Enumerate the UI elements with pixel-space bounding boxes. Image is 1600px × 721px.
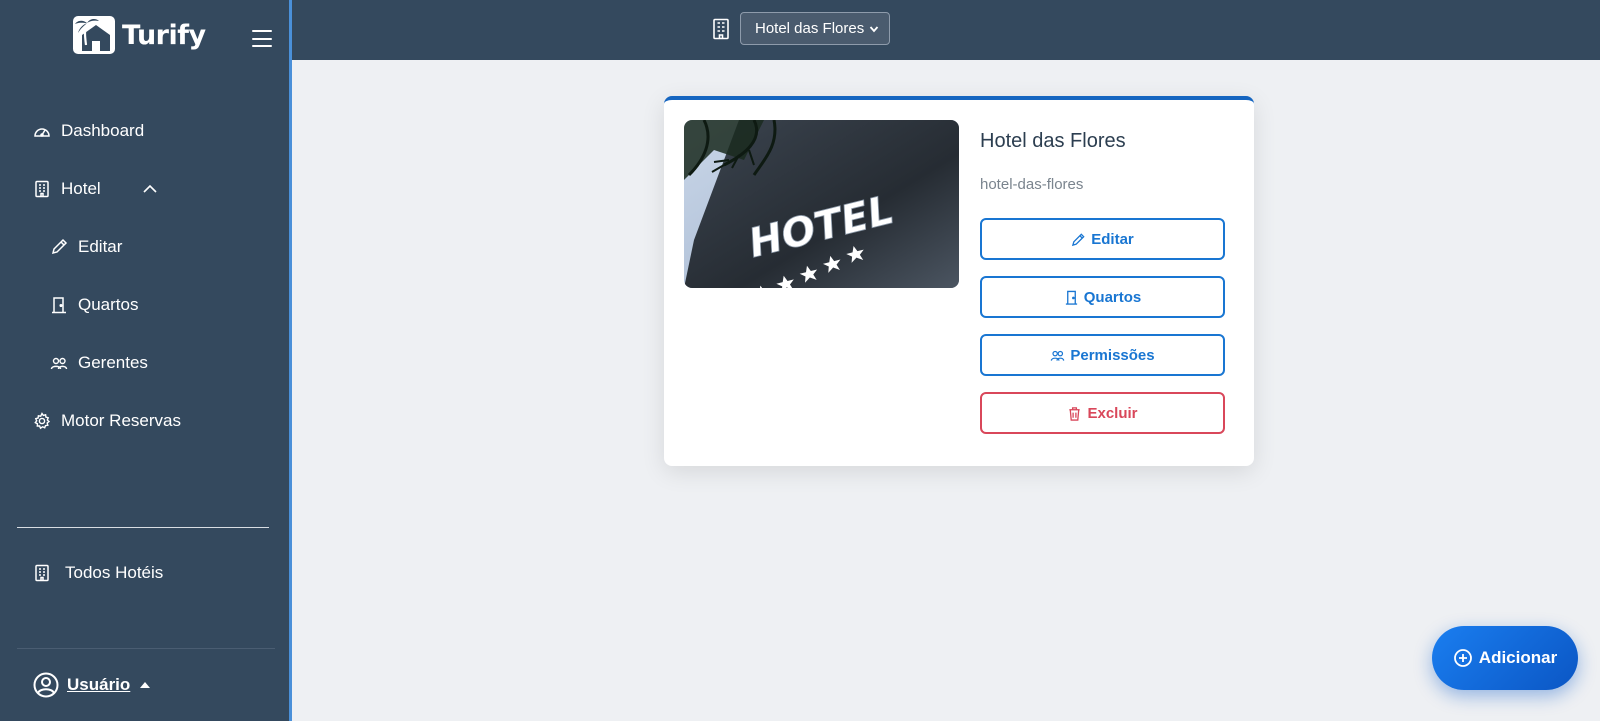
chevron-down-icon [869,25,879,32]
caret-up-icon [140,682,151,688]
sidebar-item-label: Gerentes [78,353,148,372]
edit-button-label: Editar [1091,230,1134,248]
sidebar-item-hotel[interactable]: Hotel [33,179,159,199]
add-button-label: Adicionar [1478,648,1558,667]
hotel-photo: HOTEL [684,120,959,288]
topbar: Hotel das Flores [292,0,1600,60]
hotel-select-value: Hotel das Flores [755,20,865,37]
building-icon [33,564,51,582]
sidebar-item-label: Editar [78,237,123,256]
pencil-icon [1072,232,1085,246]
rooms-button[interactable]: Quartos [980,276,1225,318]
hotel-slug: hotel-das-flores [980,176,1084,193]
building-icon [713,18,729,39]
hotel-select[interactable]: Hotel das Flores [740,12,890,45]
sidebar-item-dashboard[interactable]: Dashboard [33,121,144,141]
sidebar-item-motor-reservas[interactable]: Motor Reservas [33,411,181,431]
plus-circle-icon [1453,649,1472,667]
sidebar-item-gerentes[interactable]: Gerentes [50,353,148,373]
building-icon [33,180,51,198]
door-icon [50,296,68,314]
menu-toggle-icon[interactable] [252,30,272,47]
brand-name: Turify [122,19,206,51]
sidebar-item-label: Todos Hotéis [65,563,164,582]
trash-icon [1069,406,1081,421]
sidebar-item-label: Hotel [61,179,101,198]
sidebar: Turify Dashboard Hotel Editar Quartos Ge… [0,0,292,721]
sidebar-divider [17,648,275,649]
brand-logo[interactable]: Turify [72,14,206,56]
sidebar-item-label: Motor Reservas [61,411,181,430]
hotel-title: Hotel das Flores [980,130,1126,152]
add-button[interactable]: Adicionar [1432,626,1578,690]
sidebar-item-quartos[interactable]: Quartos [50,295,138,315]
sidebar-item-editar[interactable]: Editar [50,237,122,257]
user-avatar-icon [33,672,59,698]
user-name: Usuário [67,675,131,694]
rooms-button-label: Quartos [1083,288,1142,306]
edit-button[interactable]: Editar [980,218,1225,260]
permissions-button-label: Permissões [1070,346,1155,364]
chevron-up-icon[interactable] [141,180,159,198]
hotel-card: HOTEL Hotel das Flores hotel-das-flores … [664,96,1254,466]
sidebar-item-label: Dashboard [61,121,145,140]
user-menu[interactable]: Usuário [33,672,151,698]
people-icon [50,354,68,372]
hotel-selector: Hotel das Flores [712,12,890,45]
sidebar-divider [17,527,269,528]
gauge-icon [33,122,51,140]
sidebar-item-label: Quartos [78,295,139,314]
palm-house-logo-icon [73,16,115,54]
door-icon [1065,290,1077,305]
delete-button[interactable]: Excluir [980,392,1225,434]
delete-button-label: Excluir [1087,404,1138,422]
permissions-button[interactable]: Permissões [980,334,1225,376]
sidebar-item-todos-hoteis[interactable]: Todos Hotéis [33,563,163,583]
gear-icon [33,412,51,430]
pencil-icon [50,238,68,256]
people-icon [1051,350,1065,361]
